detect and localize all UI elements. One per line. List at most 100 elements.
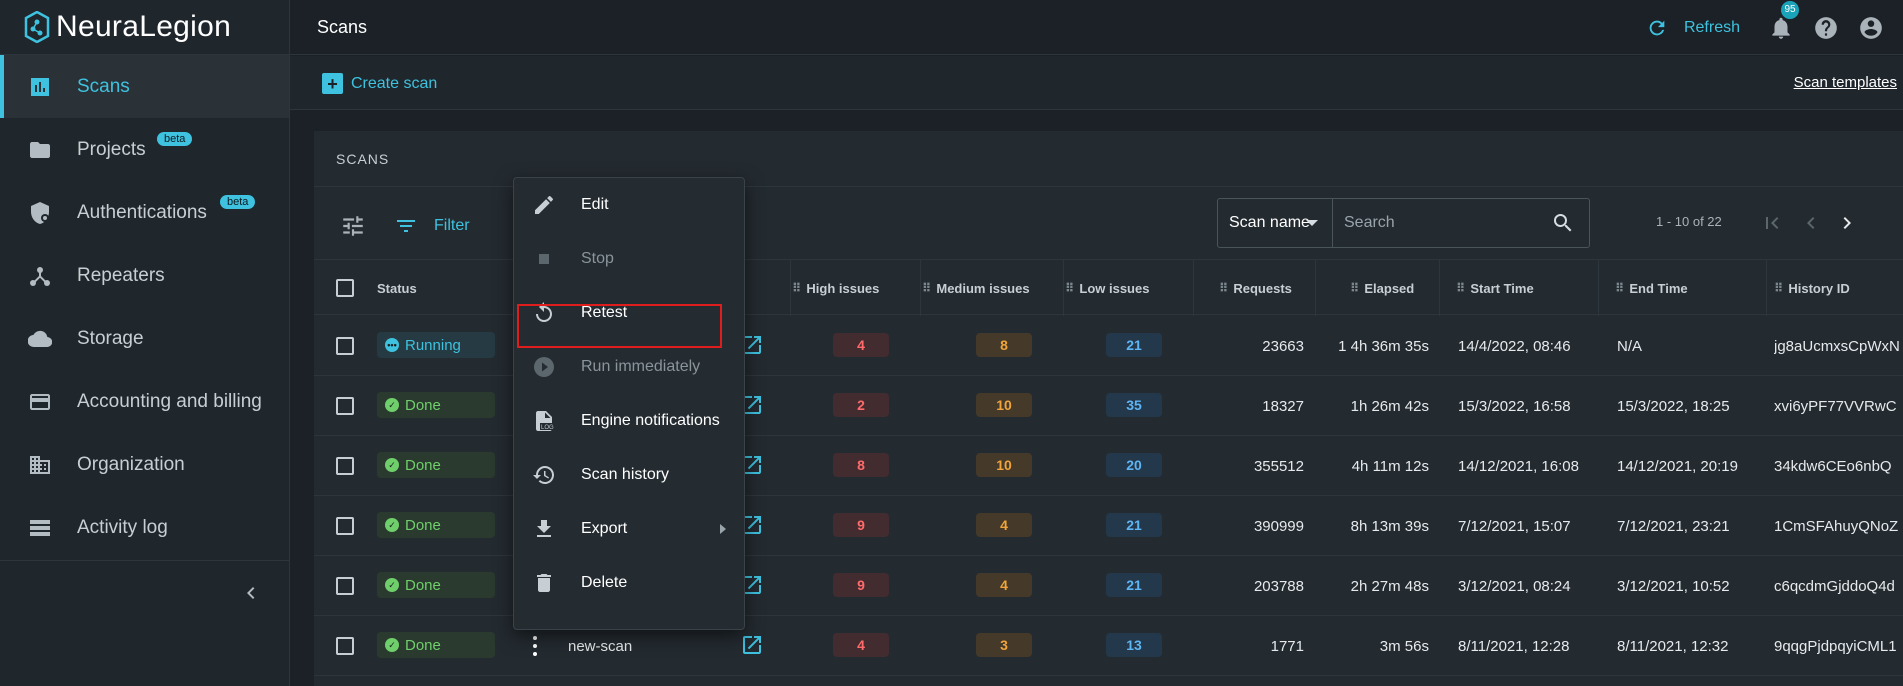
column-settings-button[interactable] — [340, 213, 366, 239]
create-scan-label: Create scan — [351, 74, 438, 92]
sidebar-item-projects[interactable]: Projects beta — [0, 118, 289, 181]
beta-badge: beta — [220, 195, 256, 209]
sidebar-item-storage[interactable]: Storage — [0, 307, 289, 370]
drag-handle-icon[interactable]: ⠿ — [1350, 281, 1359, 295]
page-title: Scans — [317, 16, 368, 37]
end-time-cell: 15/3/2022, 18:25 — [1617, 397, 1730, 415]
credit-card-icon — [28, 390, 52, 414]
sidebar-item-label: Organization — [77, 453, 185, 475]
account-button[interactable] — [1858, 15, 1884, 41]
search-field-value: Scan name — [1229, 214, 1310, 231]
column-header-status[interactable]: Status — [377, 260, 417, 316]
column-header-history[interactable]: ⠿ History ID — [1774, 260, 1850, 316]
row-checkbox[interactable] — [336, 577, 354, 595]
high-issues-badge: 4 — [833, 633, 889, 657]
elapsed-cell: 4h 11m 12s — [1351, 457, 1429, 475]
requests-cell: 355512 — [1253, 457, 1304, 475]
building-icon — [28, 453, 52, 477]
filter-button[interactable]: Filter — [394, 214, 470, 238]
prev-page-button[interactable] — [1799, 211, 1823, 235]
status-badge: ✓ Done — [377, 512, 495, 538]
create-scan-button[interactable]: + Create scan — [322, 73, 437, 94]
drag-handle-icon[interactable]: ⠿ — [792, 281, 801, 295]
row-checkbox[interactable] — [336, 397, 354, 415]
drag-handle-icon[interactable]: ⠿ — [922, 281, 931, 295]
play-circle-icon — [532, 355, 556, 379]
row-checkbox[interactable] — [336, 457, 354, 475]
top-actions: Refresh 95 — [1646, 0, 1903, 55]
open-in-new-icon[interactable] — [740, 633, 764, 657]
column-header-low[interactable]: ⠿ Low issues — [1065, 260, 1149, 316]
refresh-button[interactable]: Refresh — [1646, 17, 1740, 39]
drag-handle-icon[interactable]: ⠿ — [1456, 281, 1465, 295]
trash-icon — [532, 571, 556, 595]
sidebar-item-repeaters[interactable]: Repeaters — [0, 244, 289, 307]
menu-item-scan-history[interactable]: Scan history — [514, 448, 744, 502]
column-header-high[interactable]: ⠿ High issues — [792, 260, 879, 316]
status-badge: ✓ Done — [377, 572, 495, 598]
search-field-select[interactable]: Scan name — [1218, 199, 1333, 247]
column-header-start[interactable]: ⠿ Start Time — [1456, 260, 1534, 316]
end-time-cell: 8/11/2021, 12:32 — [1617, 637, 1729, 655]
scan-templates-link[interactable]: Scan templates — [1794, 74, 1897, 91]
menu-item-retest[interactable]: Retest — [514, 286, 744, 340]
menu-item-engine-notifications[interactable]: LOG Engine notifications — [514, 394, 744, 448]
check-circle-icon: ✓ — [385, 458, 399, 472]
low-issues-badge: 21 — [1106, 513, 1162, 537]
row-checkbox[interactable] — [336, 517, 354, 535]
first-page-button[interactable] — [1760, 211, 1784, 235]
sidebar-item-label: Authentications — [77, 201, 207, 223]
drag-handle-icon[interactable]: ⠿ — [1615, 281, 1624, 295]
column-header-medium[interactable]: ⠿ Medium issues — [922, 260, 1030, 316]
running-icon: ••• — [385, 338, 399, 352]
column-header-requests[interactable]: ⠿ Requests — [1219, 260, 1292, 316]
check-circle-icon: ✓ — [385, 638, 399, 652]
search-input[interactable] — [1333, 199, 1551, 247]
repeater-icon — [28, 264, 52, 288]
column-separator — [1193, 260, 1194, 316]
menu-item-run-immediately[interactable]: Run immediately — [514, 340, 744, 394]
help-button[interactable] — [1813, 15, 1839, 41]
refresh-icon — [1649, 20, 1665, 35]
next-page-button[interactable] — [1835, 211, 1859, 235]
row-checkbox[interactable] — [336, 337, 354, 355]
notifications-button[interactable]: 95 — [1768, 0, 1799, 41]
menu-item-edit[interactable]: Edit — [514, 178, 744, 232]
sidebar-item-authentications[interactable]: Authentications beta — [0, 181, 289, 244]
retest-icon — [532, 301, 556, 325]
sidebar-item-organization[interactable]: Organization — [0, 433, 289, 496]
collapse-sidebar-button[interactable] — [239, 581, 263, 605]
status-badge: ••• Running — [377, 332, 495, 358]
low-issues-badge: 20 — [1106, 453, 1162, 477]
history-icon — [532, 463, 556, 487]
start-time-cell: 14/12/2021, 16:08 — [1458, 457, 1579, 475]
column-header-elapsed[interactable]: ⠿ Elapsed — [1350, 260, 1414, 316]
row-checkbox[interactable] — [336, 637, 354, 655]
search-icon[interactable] — [1551, 211, 1575, 235]
sidebar-item-accounting[interactable]: Accounting and billing — [0, 370, 289, 433]
logo[interactable]: NeuraLegion — [0, 0, 289, 55]
drag-handle-icon[interactable]: ⠿ — [1774, 281, 1783, 295]
check-circle-icon: ✓ — [385, 578, 399, 592]
svg-text:LOG: LOG — [541, 425, 554, 431]
menu-item-export[interactable]: Export — [514, 502, 744, 556]
status-badge: ✓ Done — [377, 632, 495, 658]
check-circle-icon: ✓ — [385, 518, 399, 532]
history-id-cell: xvi6yPF77VVRwC — [1774, 397, 1897, 415]
low-issues-badge: 13 — [1106, 633, 1162, 657]
high-issues-badge: 2 — [833, 393, 889, 417]
drag-handle-icon[interactable]: ⠿ — [1219, 281, 1228, 295]
sidebar-item-activity-log[interactable]: Activity log — [0, 496, 289, 559]
sidebar-item-scans[interactable]: Scans — [0, 55, 289, 118]
app: NeuraLegion Scans Projects beta Authenti… — [0, 0, 1903, 686]
column-header-end[interactable]: ⠿ End Time — [1615, 260, 1688, 316]
drag-handle-icon[interactable]: ⠿ — [1065, 281, 1074, 295]
menu-item-stop[interactable]: Stop — [514, 232, 744, 286]
select-all-checkbox[interactable] — [336, 279, 354, 297]
more-actions-button[interactable] — [532, 636, 538, 656]
menu-item-delete[interactable]: Delete — [514, 556, 744, 610]
chevron-right-icon — [1843, 217, 1851, 229]
end-time-cell: 14/12/2021, 20:19 — [1617, 457, 1738, 475]
sidebar-footer — [0, 560, 289, 625]
sidebar-item-label: Projects — [77, 138, 146, 160]
